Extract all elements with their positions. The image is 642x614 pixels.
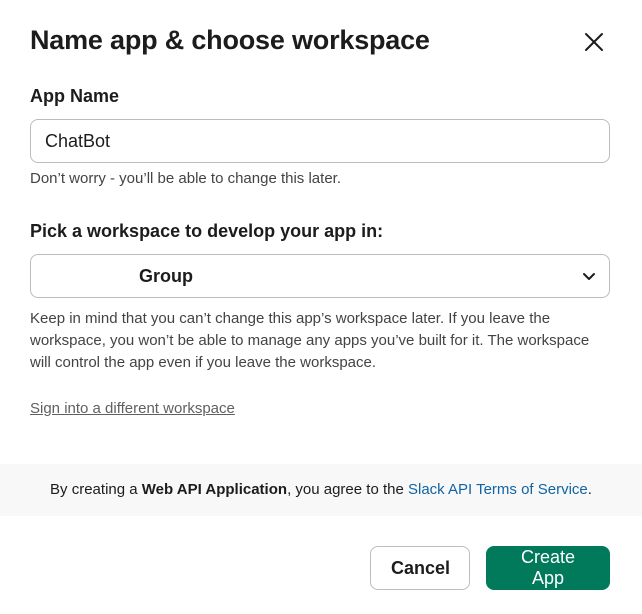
terms-suffix: . (587, 481, 592, 498)
terms-prefix: By creating a (50, 481, 142, 498)
terms-of-service-link[interactable]: Slack API Terms of Service (408, 481, 588, 498)
close-icon (585, 33, 603, 51)
create-app-dialog: Name app & choose workspace App Name Don… (0, 0, 642, 614)
terms-app-type: Web API Application (141, 481, 288, 498)
sign-into-different-workspace-link[interactable]: Sign into a different workspace (30, 400, 235, 417)
workspace-hint: Keep in mind that you can’t change this … (30, 310, 590, 371)
app-name-hint: Don’t worry - you’ll be able to change t… (30, 170, 341, 187)
terms-notice: By creating a Web API Application, you a… (0, 464, 642, 516)
workspace-select[interactable]: Group (30, 254, 610, 298)
terms-middle: , you agree to the (287, 481, 408, 498)
close-button[interactable] (576, 24, 612, 60)
workspace-selected-value: Group (139, 266, 193, 286)
chevron-down-icon (583, 273, 595, 280)
app-name-section: App Name Don’t worry - you’ll be able to… (30, 84, 610, 190)
app-name-input[interactable] (30, 119, 610, 163)
cancel-button[interactable]: Cancel (370, 546, 470, 590)
dialog-header: Name app & choose workspace (30, 22, 612, 58)
app-name-label: App Name (30, 86, 120, 106)
dialog-title: Name app & choose workspace (30, 25, 430, 55)
dialog-footer: Cancel Create App (370, 546, 610, 590)
workspace-label: Pick a workspace to develop your app in: (30, 221, 384, 241)
workspace-section: Pick a workspace to develop your app in:… (30, 219, 610, 374)
create-app-button[interactable]: Create App (486, 546, 610, 590)
sign-in-section: Sign into a different workspace (30, 400, 610, 418)
